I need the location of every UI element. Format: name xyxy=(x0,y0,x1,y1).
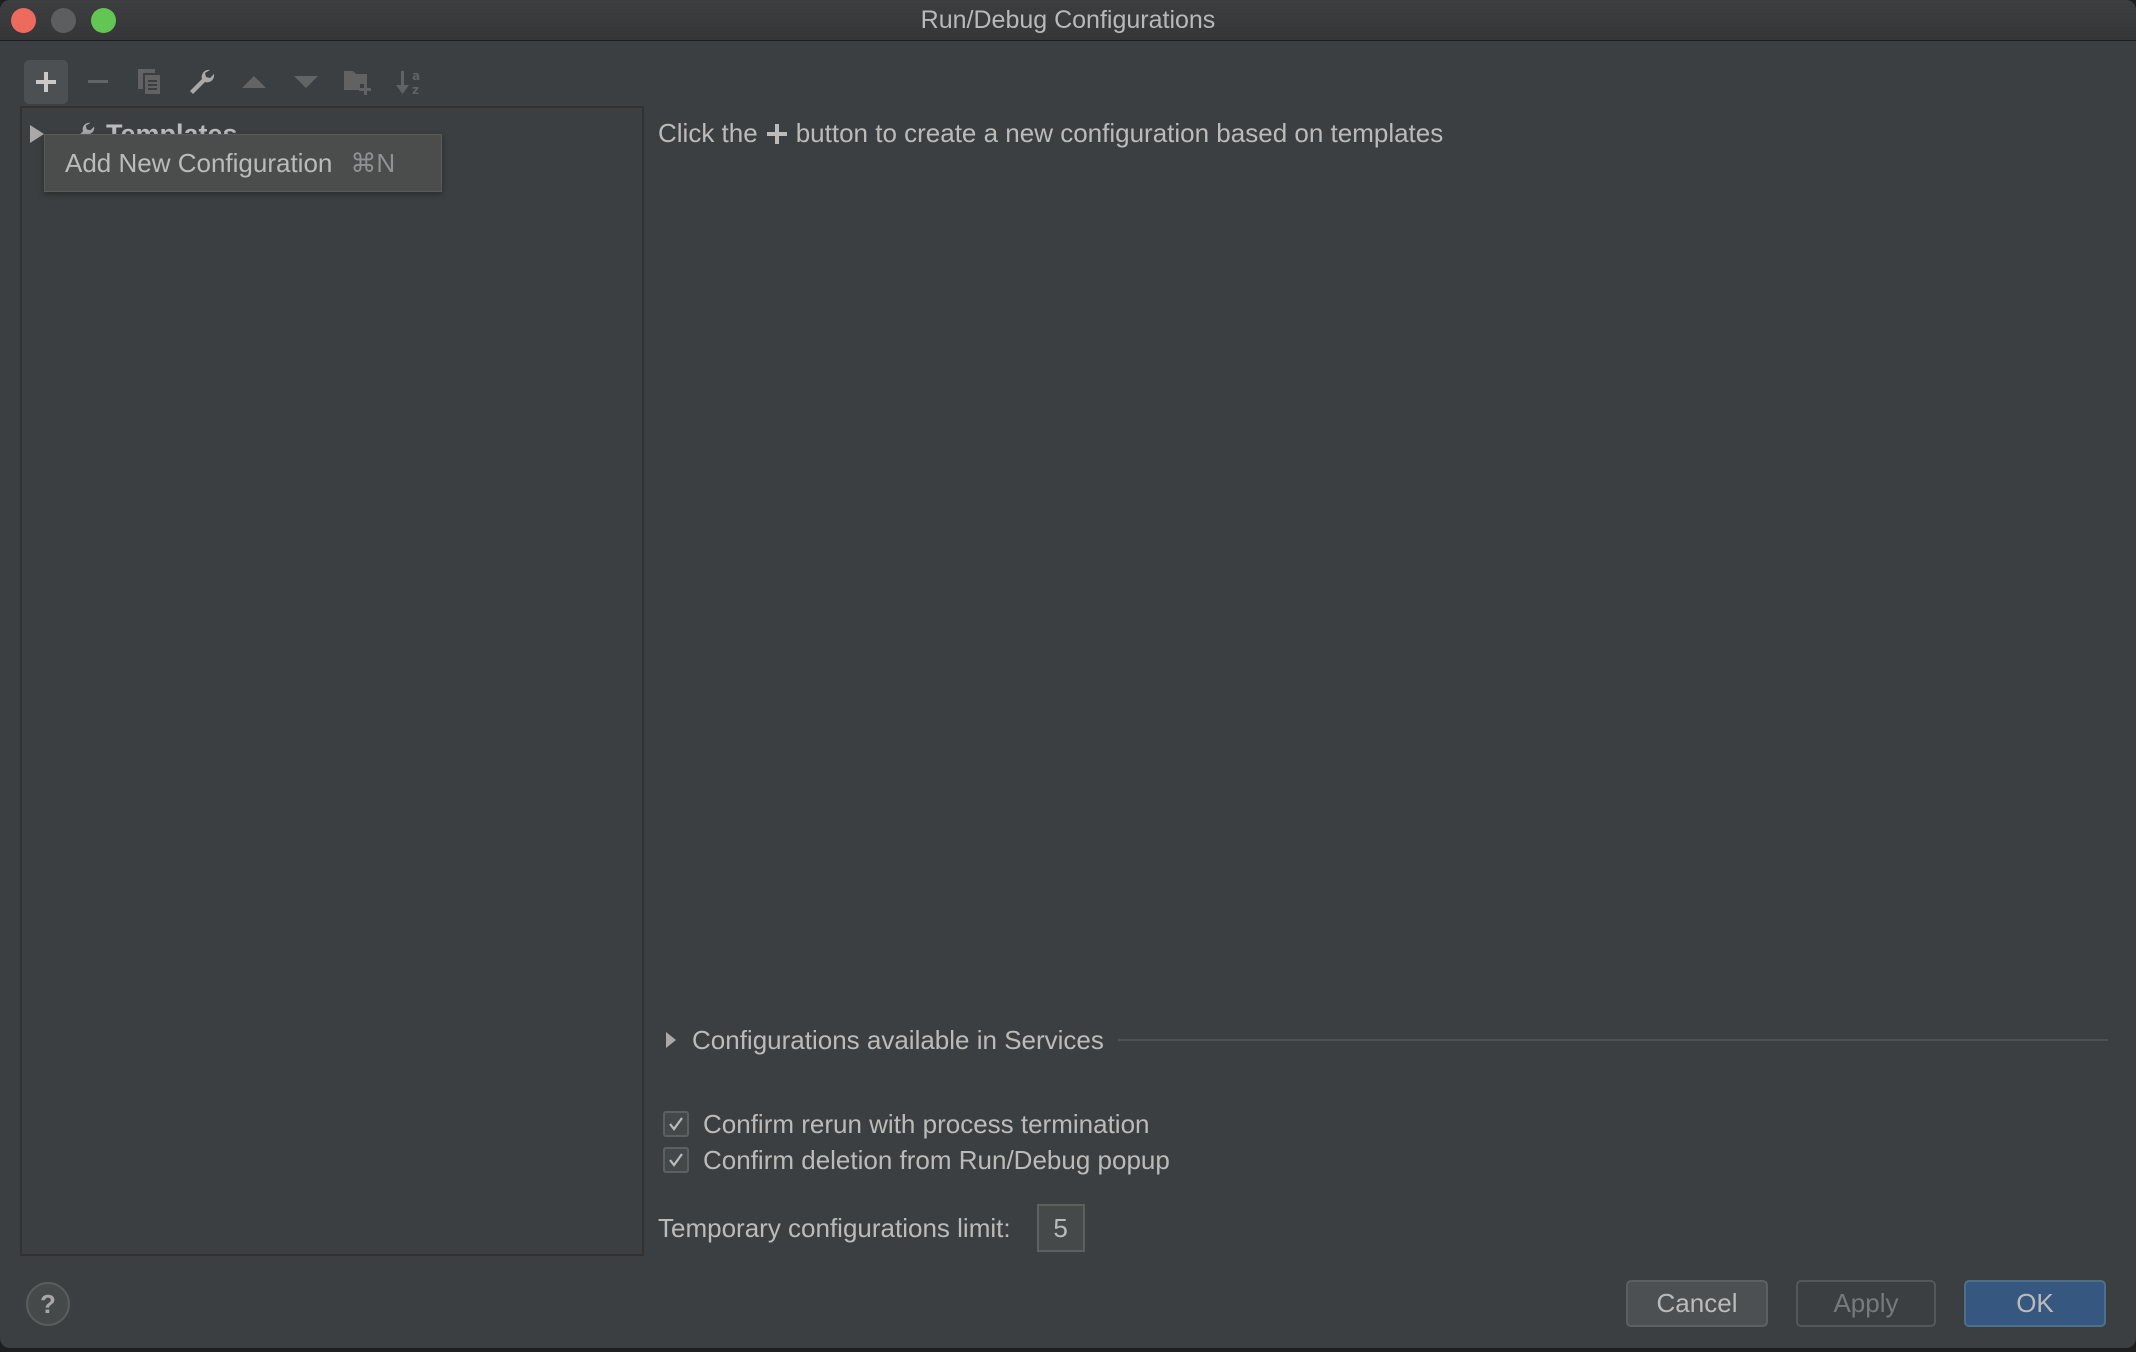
confirm-deletion-label: Confirm deletion from Run/Debug popup xyxy=(703,1144,1170,1175)
svg-text:a: a xyxy=(412,69,420,83)
hint-text-before: Click the xyxy=(658,118,758,148)
sort-configurations-button[interactable]: az xyxy=(388,60,432,104)
apply-button[interactable]: Apply xyxy=(1796,1280,1936,1327)
wrench-icon xyxy=(190,69,215,94)
move-up-button[interactable] xyxy=(232,60,276,104)
edit-templates-button[interactable] xyxy=(180,60,224,104)
background-strip xyxy=(0,1348,2136,1352)
confirm-rerun-option[interactable]: Confirm rerun with process termination xyxy=(663,1108,1150,1140)
section-divider xyxy=(1117,1039,2108,1041)
copy-configuration-button[interactable] xyxy=(128,60,172,104)
sort-alpha-icon: az xyxy=(396,69,420,97)
add-configuration-tooltip: Add New Configuration ⌘N xyxy=(44,134,442,192)
move-down-button[interactable] xyxy=(284,60,328,104)
svg-text:z: z xyxy=(412,83,419,97)
temporary-limit-input[interactable] xyxy=(1036,1204,1085,1252)
new-folder-button[interactable] xyxy=(336,60,380,104)
help-button[interactable]: ? xyxy=(26,1282,70,1326)
confirm-rerun-checkbox[interactable] xyxy=(663,1111,689,1137)
arrow-down-icon xyxy=(294,76,318,88)
confirm-rerun-label: Confirm rerun with process termination xyxy=(703,1108,1150,1139)
configurations-tree[interactable]: Templates xyxy=(20,106,644,1256)
tooltip-label: Add New Configuration xyxy=(65,147,333,178)
expand-arrow-icon[interactable] xyxy=(666,1032,676,1048)
confirm-deletion-option[interactable]: Confirm deletion from Run/Debug popup xyxy=(663,1144,1170,1176)
remove-configuration-button[interactable] xyxy=(76,60,120,104)
title-bar[interactable]: Run/Debug Configurations xyxy=(0,0,2136,41)
temporary-limit-row: Temporary configurations limit: xyxy=(658,1204,1085,1252)
minus-icon xyxy=(88,80,108,83)
copy-icon xyxy=(138,69,162,96)
hint-text-after: button to create a new configuration bas… xyxy=(795,118,1444,148)
plus-icon xyxy=(36,72,56,92)
ok-button[interactable]: OK xyxy=(1964,1280,2106,1327)
services-section-label: Configurations available in Services xyxy=(692,1024,1104,1055)
plus-icon xyxy=(766,123,787,144)
empty-state-hint: Click the button to create a new configu… xyxy=(658,118,1443,149)
add-configuration-button[interactable] xyxy=(24,60,68,104)
temporary-limit-label: Temporary configurations limit: xyxy=(658,1212,1011,1243)
arrow-up-icon xyxy=(242,76,266,88)
run-debug-configurations-dialog: Run/Debug Configurations az Add New Conf… xyxy=(0,0,2136,1348)
cancel-button[interactable]: Cancel xyxy=(1626,1280,1768,1327)
services-section-toggle[interactable]: Configurations available in Services xyxy=(666,1022,2108,1058)
confirm-deletion-checkbox[interactable] xyxy=(663,1147,689,1173)
expand-arrow-icon[interactable] xyxy=(30,125,44,143)
window-title: Run/Debug Configurations xyxy=(920,6,1216,34)
checkmark-icon xyxy=(669,1117,683,1131)
tooltip-shortcut: ⌘N xyxy=(350,147,396,178)
checkmark-icon xyxy=(669,1153,683,1167)
folder-add-icon xyxy=(344,71,371,95)
